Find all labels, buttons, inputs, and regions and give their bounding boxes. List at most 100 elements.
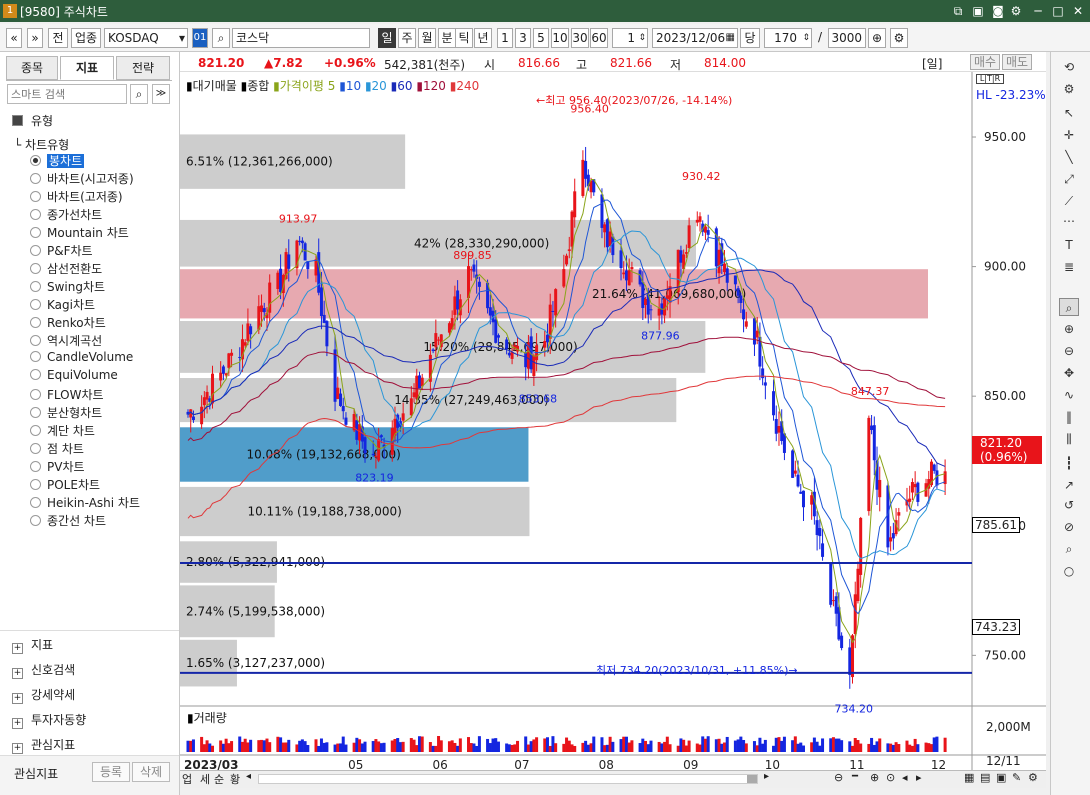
left-icon[interactable]: ◂	[902, 771, 908, 784]
search-icon[interactable]: ⌕	[1059, 540, 1079, 558]
period-tab-minute[interactable]: 분	[438, 28, 456, 48]
table-icon[interactable]: ▤	[980, 771, 990, 784]
total-input[interactable]: 3000	[828, 28, 866, 48]
chart-type-item[interactable]: 봉차트	[30, 152, 85, 170]
radio-icon[interactable]	[30, 497, 41, 508]
radio-icon[interactable]	[30, 191, 41, 202]
tab-stock[interactable]: 종목	[6, 56, 58, 80]
zoom-plus-icon[interactable]: ⊕	[1059, 320, 1079, 338]
chart-type-item[interactable]: 종가선차트	[30, 206, 102, 224]
radio-icon[interactable]	[30, 443, 41, 454]
scale-toggle-icon[interactable]: L|T|R	[976, 74, 1004, 84]
radio-icon[interactable]	[30, 407, 41, 418]
indicator-group-item[interactable]: + 관심지표	[12, 736, 75, 754]
radio-icon[interactable]	[30, 515, 41, 526]
zoom-icon[interactable]: ⌕	[1059, 298, 1079, 316]
radio-icon[interactable]	[30, 389, 41, 400]
reset-icon[interactable]: ⊙	[886, 771, 895, 784]
radio-icon[interactable]	[30, 425, 41, 436]
erase-icon[interactable]: ⊘	[1059, 518, 1079, 536]
interval-1[interactable]: 1	[497, 28, 513, 48]
index-name-field[interactable]: 코스닥	[232, 28, 370, 48]
radio-icon[interactable]	[30, 173, 41, 184]
scroll-left-icon[interactable]: ◂	[246, 771, 251, 782]
indicator-group-item[interactable]: + 강세약세	[12, 686, 75, 704]
refresh-icon[interactable]: ⟲	[1059, 58, 1079, 76]
fibonacci-icon[interactable]: ≣	[1059, 258, 1079, 276]
camera-icon[interactable]: ◙	[990, 3, 1006, 19]
tools-icon[interactable]: ✎	[1012, 771, 1021, 784]
indicator-group-item[interactable]: + 지표	[12, 636, 53, 654]
pan-icon[interactable]: ✥	[1059, 364, 1079, 382]
period-tab-year[interactable]: 년	[474, 28, 492, 48]
period-tab-day[interactable]: 일	[378, 28, 396, 48]
register-button[interactable]: 등록	[92, 762, 130, 782]
tab-indicator[interactable]: 지표	[60, 56, 114, 80]
bottom-tab-3[interactable]: 순	[214, 771, 224, 787]
chart-type-item[interactable]: 계단 차트	[30, 422, 95, 440]
search-icon[interactable]: ⌕	[212, 28, 230, 48]
period-tab-week[interactable]: 주	[398, 28, 416, 48]
maximize-button[interactable]: □	[1050, 3, 1066, 19]
chart-type-item[interactable]: Renko차트	[30, 314, 106, 332]
radio-icon[interactable]	[30, 369, 41, 380]
period-tab-month[interactable]: 월	[418, 28, 436, 48]
bottom-tab-2[interactable]: 세	[200, 771, 210, 787]
legend-ma[interactable]: 가격이평	[280, 79, 324, 93]
radio-icon[interactable]	[30, 281, 41, 292]
radio-icon[interactable]	[30, 299, 41, 310]
interval-3[interactable]: 3	[515, 28, 531, 48]
undo-icon[interactable]: ↺	[1059, 496, 1079, 514]
bottom-tab-1[interactable]: 업	[182, 771, 192, 787]
settings-icon[interactable]: ⚙	[1008, 3, 1024, 19]
chevron-down-icon[interactable]: ≫	[152, 84, 170, 104]
wave-icon[interactable]: ∿	[1059, 386, 1079, 404]
interval-30[interactable]: 30	[571, 28, 589, 48]
indicator-group-item[interactable]: + 투자자동향	[12, 711, 86, 729]
subsection-chart-type[interactable]: └ 차트유형	[14, 136, 69, 153]
chart-area[interactable]: 6.51% (12,361,266,000) 42% (28,330,290,00…	[180, 72, 1046, 772]
delete-button[interactable]: 삭제	[132, 762, 170, 782]
copy-icon[interactable]: ▣	[970, 3, 986, 19]
chart-type-item[interactable]: PV차트	[30, 458, 85, 476]
arrow-icon[interactable]: ↗	[1059, 476, 1079, 494]
circle-icon[interactable]: ○	[1059, 562, 1079, 580]
radio-icon[interactable]	[30, 245, 41, 256]
bars-icon[interactable]: ‖	[1059, 408, 1079, 426]
period-tab-tick[interactable]: 틱	[455, 28, 473, 48]
chart-type-item[interactable]: 바차트(고저종)	[30, 188, 123, 206]
zoom-icon[interactable]: ⊕	[868, 28, 886, 48]
chart-type-item[interactable]: CandleVolume	[30, 350, 133, 368]
scroll-thumb[interactable]	[747, 775, 757, 783]
zoom-slider-icon[interactable]: ━	[852, 771, 858, 782]
link-icon[interactable]: ⧉	[950, 3, 966, 19]
index-code-select[interactable]: KOSDAQ ▾	[104, 28, 188, 48]
interval-input[interactable]: 1 ⇕	[612, 28, 648, 48]
sell-button[interactable]: 매도	[1002, 54, 1032, 70]
prev-button[interactable]: 전	[48, 28, 68, 48]
chart-type-item[interactable]: POLE차트	[30, 476, 100, 494]
settings-icon[interactable]: ⚙	[1028, 771, 1038, 784]
interval-10[interactable]: 10	[551, 28, 569, 48]
radio-icon[interactable]	[30, 263, 41, 274]
chart-type-item[interactable]: 점 차트	[30, 440, 84, 458]
right-icon[interactable]: ▸	[916, 771, 922, 784]
count-input[interactable]: 170 ⇕	[764, 28, 812, 48]
radio-icon[interactable]	[30, 351, 41, 362]
columns-icon[interactable]: ⫼	[1059, 430, 1079, 448]
radio-icon[interactable]	[30, 209, 41, 220]
smart-search-input[interactable]	[7, 84, 127, 104]
sector-button[interactable]: 업종	[71, 28, 101, 48]
chart-type-item[interactable]: FLOW차트	[30, 386, 104, 404]
chart-type-item[interactable]: Heikin-Ashi 차트	[30, 494, 140, 512]
bottom-tab-4[interactable]: 황	[230, 771, 240, 787]
chart-scrollbar[interactable]	[258, 774, 758, 784]
grid-icon[interactable]: ▦	[964, 771, 974, 784]
crosshair-icon[interactable]: ✛	[1059, 126, 1079, 144]
search-icon[interactable]: ⌕	[130, 84, 148, 104]
close-button[interactable]: ✕	[1070, 3, 1086, 19]
chart-type-item[interactable]: EquiVolume	[30, 368, 118, 386]
chart-type-item[interactable]: P&F차트	[30, 242, 93, 260]
candle-icon[interactable]: ┇	[1059, 454, 1079, 472]
indicator-group-item[interactable]: + 신호검색	[12, 661, 75, 679]
